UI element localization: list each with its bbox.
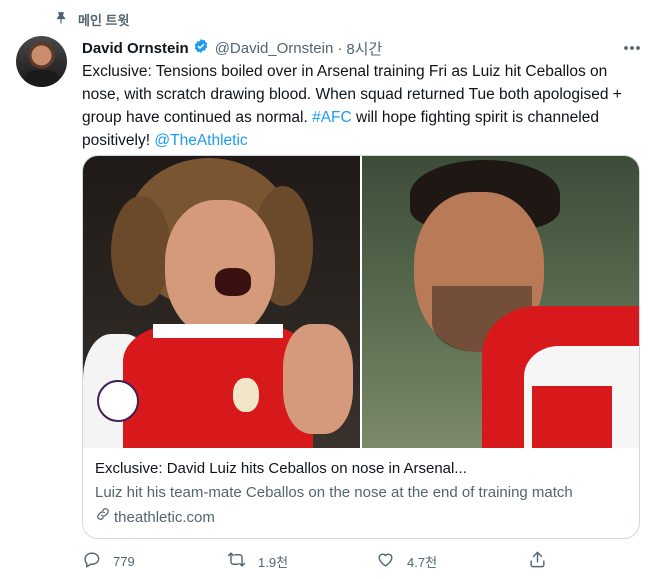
pinned-tweet-indicator: 메인 트윗 <box>54 8 129 30</box>
reply-icon <box>82 550 101 572</box>
hashtag-link[interactable]: #AFC <box>312 109 352 126</box>
card-description: Luiz hit his team-mate Ceballos on the n… <box>95 484 573 501</box>
tweet-timestamp[interactable]: 8시간 <box>346 38 382 59</box>
card-photo-ceballos <box>362 156 639 448</box>
tweet-header: David Ornstein @David_Ornstein · 8시간 <box>82 37 642 59</box>
retweet-count: 1.9천 <box>258 554 289 570</box>
tweet-text: Exclusive: Tensions boiled over in Arsen… <box>82 60 642 152</box>
card-photo-luiz <box>83 156 360 448</box>
card-media[interactable] <box>83 156 639 448</box>
avatar[interactable] <box>16 36 67 87</box>
card-domain-text: theathletic.com <box>114 508 215 526</box>
author-handle[interactable]: @David_Ornstein <box>215 40 334 57</box>
reply-button[interactable]: 779 <box>82 550 135 572</box>
separator-dot: · <box>337 39 343 57</box>
pin-icon <box>54 11 68 28</box>
retweet-button[interactable]: 1.9천 <box>227 550 288 572</box>
card-domain[interactable]: theathletic.com <box>95 506 627 528</box>
heart-icon <box>376 550 395 572</box>
like-button[interactable]: 4.7천 <box>376 550 437 572</box>
share-icon <box>528 550 547 572</box>
reply-count: 779 <box>113 553 135 569</box>
pinned-label: 메인 트윗 <box>78 12 130 28</box>
author-name[interactable]: David Ornstein <box>82 40 189 57</box>
card-text[interactable]: Exclusive: David Luiz hits Ceballos on n… <box>95 458 627 528</box>
more-icon[interactable] <box>622 38 642 58</box>
tweet-actions: 779 1.9천 4.7천 <box>82 549 562 573</box>
verified-badge-icon <box>189 38 215 58</box>
mention-link[interactable]: @TheAthletic <box>154 132 247 149</box>
link-card[interactable]: Exclusive: David Luiz hits Ceballos on n… <box>82 155 640 539</box>
card-title[interactable]: Exclusive: David Luiz hits Ceballos on n… <box>95 458 627 479</box>
link-icon <box>95 506 111 528</box>
retweet-icon <box>227 550 246 572</box>
share-button[interactable] <box>528 550 547 572</box>
like-count: 4.7천 <box>407 554 438 570</box>
